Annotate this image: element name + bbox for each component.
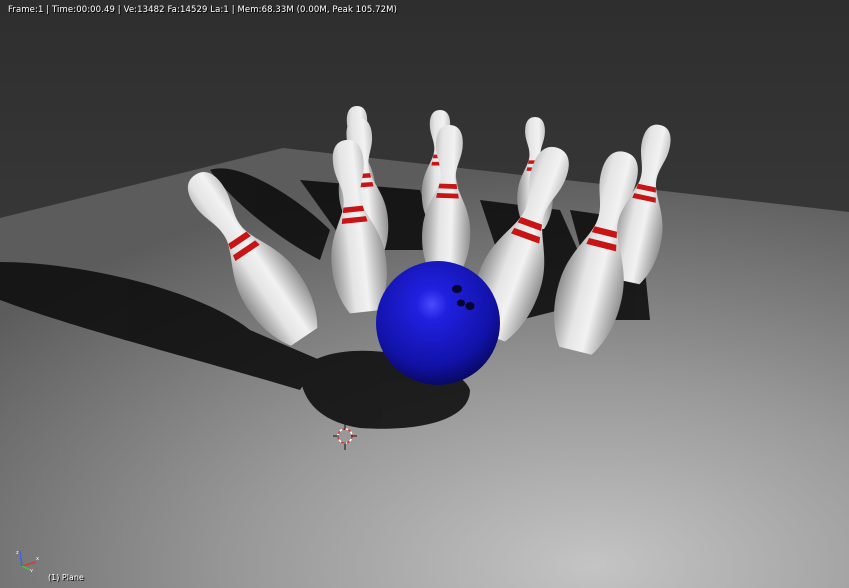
bowling-ball — [376, 261, 500, 385]
3d-cursor-icon[interactable] — [331, 424, 359, 452]
render-stats: Frame:1 | Time:00:00.49 | Ve:13482 Fa:14… — [8, 5, 397, 15]
rendered-scene[interactable] — [0, 0, 849, 588]
svg-text:z: z — [16, 550, 19, 556]
svg-text:x: x — [36, 556, 39, 562]
svg-text:y: y — [30, 568, 33, 572]
3d-viewport[interactable]: Frame:1 | Time:00:00.49 | Ve:13482 Fa:14… — [0, 0, 849, 588]
active-object-label: (1) Plane — [48, 573, 84, 582]
axis-gizmo-icon: x y z — [16, 550, 39, 572]
